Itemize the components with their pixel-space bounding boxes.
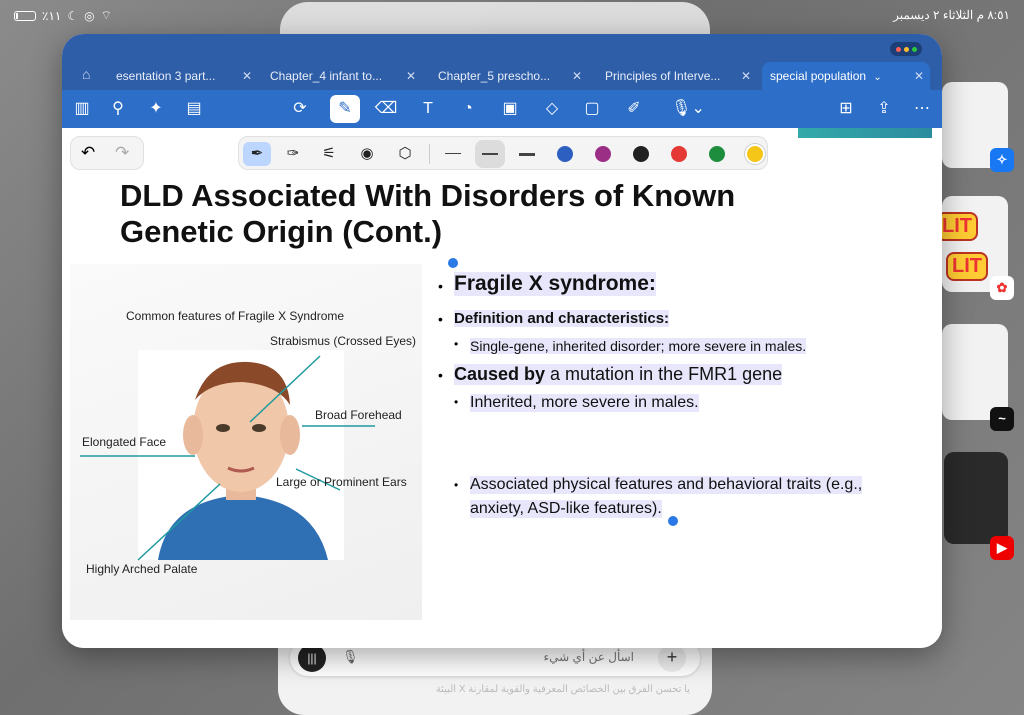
color-red[interactable] [671,146,687,162]
label-ears: Large or Prominent Ears [276,475,407,489]
caused-by-rest: a mutation in the FMR1 gene [545,364,783,384]
pen-icon[interactable]: ✎ [330,95,360,123]
image-icon[interactable]: ▣ [498,97,522,121]
title-line-2: Genetic Origin (Cont.) [120,214,443,249]
tab-presentation[interactable]: esentation 3 part... ✕ [108,62,258,90]
close-icon[interactable]: ✕ [741,62,751,90]
add-icon[interactable]: + [658,644,686,672]
ai-sparkle-icon[interactable]: ✦ [144,97,168,121]
tab-label: Chapter_5 prescho... [438,69,551,83]
photos-icon[interactable]: ✿ [990,276,1014,300]
label-forehead: Broad Forehead [315,408,402,422]
chat-input[interactable]: اسأل عن أي شيء [544,650,635,664]
undo-icon[interactable]: ↶ [81,143,95,163]
redo-icon[interactable]: ↷ [115,143,129,163]
label-elongated-face: Elongated Face [82,435,167,449]
side-window-3[interactable] [942,324,1008,420]
close-icon[interactable]: ✕ [914,62,924,90]
color-black[interactable] [633,146,649,162]
search-icon[interactable]: ⚲ [106,97,130,121]
lit-sticker-2: LIT [946,252,988,281]
color-blue[interactable] [557,146,573,162]
main-toolbar: ▥ ⚲ ✦ ▤ ⟳ ✎ ⌫ T ◔ ▣ ◇ ▢ ✐ 🎙⌄ ⊞ ⇪ ⋯ [62,90,942,128]
focus-icon: ◎ [84,8,95,23]
tab-chapter4[interactable]: Chapter_4 infant to... ✕ [262,62,422,90]
color-yellow-selected[interactable] [745,144,765,164]
bullet-fragile-x: Fragile X syndrome: [454,272,656,296]
battery-icon [14,10,36,21]
bullet-associated-line1: Associated physical features and behavio… [470,476,863,494]
bullet-caused-by: Caused by a mutation in the FMR1 gene [454,364,783,385]
text-box-icon[interactable]: T [416,97,440,121]
battery-percent: ٪١١ [42,8,62,23]
wifi-icon: ⌔ [100,8,112,22]
lasso-icon[interactable]: ⟳ [288,97,312,121]
fountain-pen-icon[interactable]: ✒ [243,142,271,166]
home-icon[interactable]: ⌂ [82,66,90,82]
lit-sticker-1: LIT [936,212,978,241]
tab-label: special population [770,69,867,83]
youtube-icon[interactable]: ▶ [990,536,1014,560]
stroke-medium[interactable] [482,153,498,155]
undo-redo-bar: ↶ ↷ [70,136,144,170]
video-thumbnail [798,128,932,138]
window-controls[interactable] [890,42,922,56]
color-green[interactable] [709,146,725,162]
close-icon[interactable]: ✕ [406,62,416,90]
divider [429,144,430,164]
fragile-x-figure: Common features of Fragile X Syndrome St… [70,264,422,620]
bullet-associated-line2: anxiety, ASD-like features). [470,500,662,518]
freeform-icon[interactable]: ~ [990,407,1014,431]
sticky-note-icon[interactable]: ▢ [580,97,604,121]
slide-title: DLD Associated With Disorders of Known G… [120,178,820,250]
tab-chapter5[interactable]: Chapter_5 prescho... ✕ [430,62,588,90]
pen-toolbar: ✒ ✑ ⚟ ◉ ⬡ [238,136,768,170]
bullet-inherited: Inherited, more severe in males. [470,394,699,412]
sidebar-icon[interactable]: ▥ [70,97,94,121]
selection-handle-end[interactable] [668,516,678,526]
more-icon[interactable]: ⋯ [910,97,934,121]
add-page-icon[interactable]: ⊞ [834,97,858,121]
shape-pen-icon[interactable]: ⬡ [391,142,419,166]
shapes-icon[interactable]: ◇ [540,97,564,121]
tab-principles[interactable]: Principles of Interve... ✕ [597,62,757,90]
safari-icon[interactable]: ✧ [990,148,1014,172]
chat-faded-text: يا تحسن الفرق بين الخصائص المعرفية والقو… [435,684,690,695]
selection-handle-start[interactable] [448,258,458,268]
label-strabismus: Strabismus (Crossed Eyes) [270,334,417,348]
tab-label: Chapter_4 infant to... [270,69,383,83]
bullet-single-gene: Single-gene, inherited disorder; more se… [470,338,807,354]
tab-label: esentation 3 part... [116,69,216,83]
stroke-thin[interactable] [445,153,461,154]
ball-pen-icon[interactable]: ✑ [279,142,307,166]
chevron-down-icon[interactable]: ⌄ [873,72,881,83]
mic-icon[interactable]: 🎙⌄ [668,97,708,121]
brush-pen-icon[interactable]: ⚟ [315,142,343,166]
clock-date: ٨:٥١ م الثلاثاء ٢ ديسمبر [893,8,1010,22]
resize-corner[interactable] [62,632,86,648]
label-palate: Highly Arched Palate [86,562,198,576]
stroke-thick[interactable] [519,153,535,156]
close-icon[interactable]: ✕ [572,62,582,90]
moon-icon: ☾ [67,8,79,23]
highlighter-icon[interactable]: ✐ [622,97,646,121]
title-line-1: DLD Associated With Disorders of Known [120,178,736,213]
close-icon[interactable]: ✕ [242,62,252,90]
sticker-icon[interactable]: ◔ [456,97,480,121]
side-window-video[interactable] [944,452,1008,544]
note-page[interactable]: ↶ ↷ ✒ ✑ ⚟ ◉ ⬡ DLD Associated With Disord… [62,128,942,648]
notes-app-window: ⌂ esentation 3 part... ✕ Chapter_4 infan… [62,34,942,648]
caused-by-bold: Caused by [454,364,546,384]
color-purple[interactable] [595,146,611,162]
notes-icon[interactable]: ▤ [182,97,206,121]
pen-settings-icon[interactable]: ◉ [353,142,381,166]
bullet-definition: Definition and characteristics: [454,310,670,327]
share-icon[interactable]: ⇪ [872,97,896,121]
mic-icon[interactable]: 🎙 [342,649,359,665]
tab-label: Principles of Interve... [605,69,721,83]
voice-mode-icon[interactable]: ||| [298,644,326,672]
eraser-icon[interactable]: ⌫ [374,97,398,121]
tab-bar: ⌂ esentation 3 part... ✕ Chapter_4 infan… [62,34,942,90]
tab-special-population[interactable]: special population ⌄ ✕ [762,62,930,90]
